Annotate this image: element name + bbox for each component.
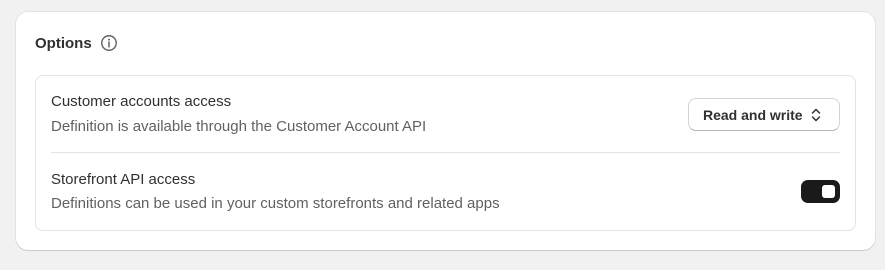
options-card: Options Customer accounts access Definit… <box>16 12 875 250</box>
info-circle-icon[interactable] <box>100 34 118 52</box>
customer-accounts-access-title: Customer accounts access <box>51 93 232 110</box>
card-header: Options <box>35 34 118 52</box>
card-title: Options <box>35 34 92 52</box>
storefront-api-access-toggle[interactable] <box>801 180 840 203</box>
customer-accounts-access-select[interactable]: Read and write <box>688 98 840 131</box>
customer-accounts-access-description: Definition is available through the Cust… <box>51 118 427 135</box>
storefront-api-access-title: Storefront API access <box>51 171 196 188</box>
options-list: Customer accounts access Definition is a… <box>35 75 856 231</box>
customer-accounts-access-row: Customer accounts access Definition is a… <box>51 76 840 153</box>
toggle-knob <box>822 185 835 198</box>
storefront-api-access-row: Storefront API access Definitions can be… <box>51 154 840 231</box>
select-value: Read and write <box>703 106 803 123</box>
select-chevrons-icon <box>811 107 821 123</box>
storefront-api-access-description: Definitions can be used in your custom s… <box>51 195 500 212</box>
